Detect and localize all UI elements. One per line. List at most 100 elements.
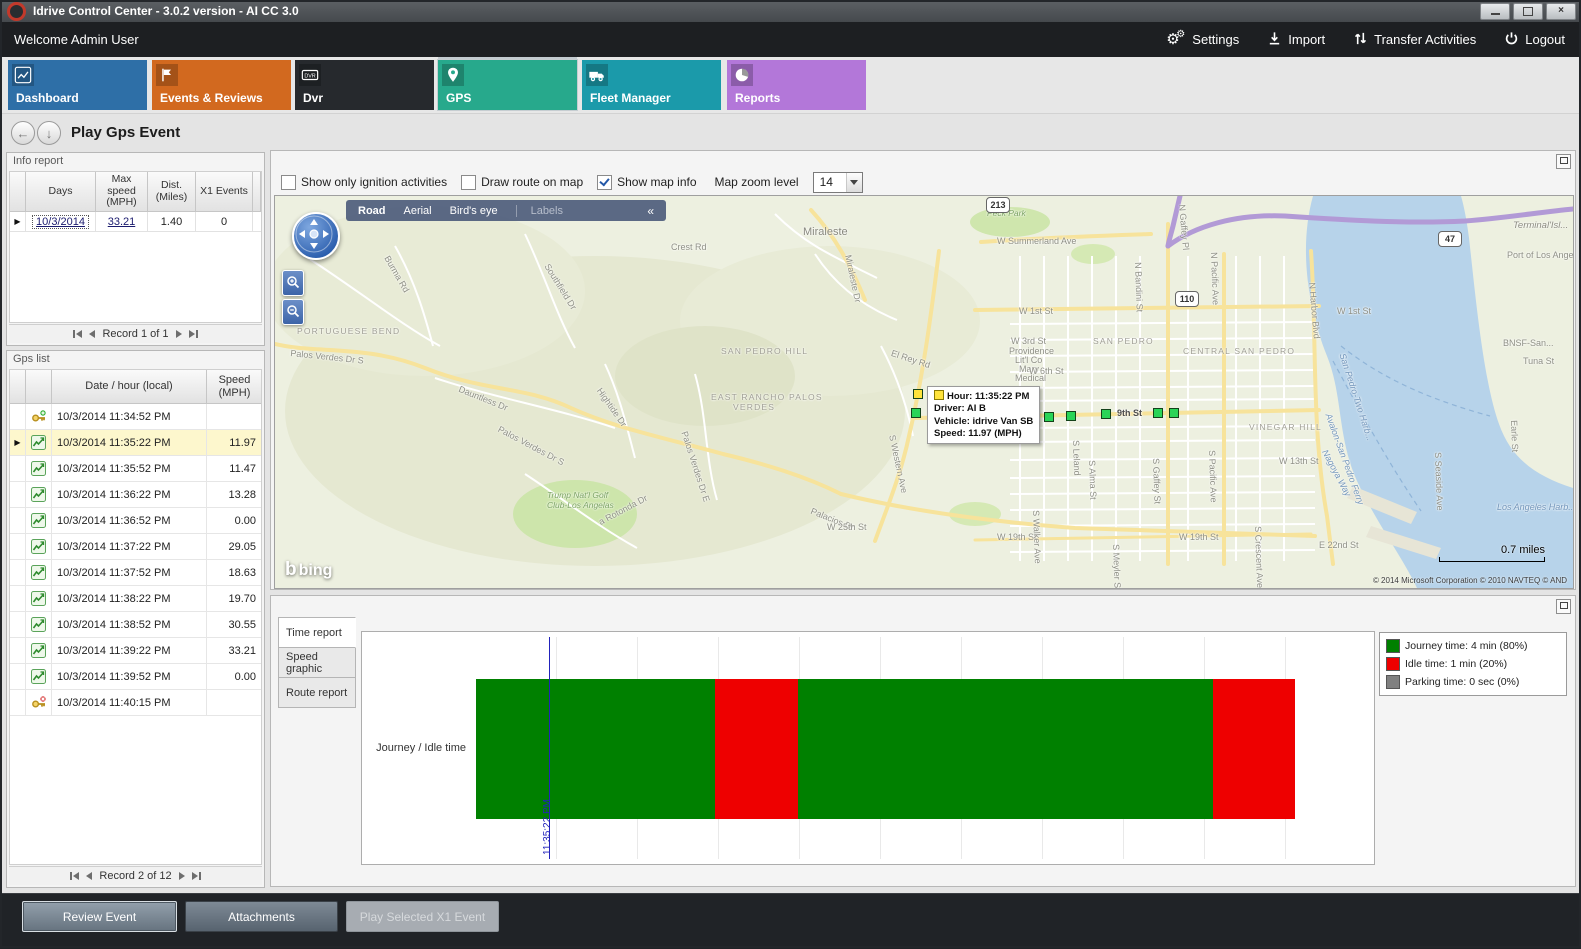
checkbox-show-map-info[interactable]: Show map info [597, 175, 696, 190]
gps-marker[interactable] [1169, 408, 1179, 418]
gps-speed-cell: 29.05 [207, 534, 262, 560]
checkbox-show-only-ignition[interactable]: Show only ignition activities [281, 175, 447, 190]
close-button[interactable]: × [1546, 3, 1576, 20]
gps-row[interactable]: 10/3/2014 11:37:52 PM18.63 [10, 560, 261, 586]
tab-fleet-manager[interactable]: Fleet Manager [582, 60, 721, 110]
gps-row[interactable]: 10/3/2014 11:34:52 PM [10, 404, 261, 430]
map-style-birdseye[interactable]: Bird's eye [450, 205, 498, 217]
collapse-all-button[interactable]: ↓ [37, 121, 61, 145]
gps-row[interactable]: 10/3/2014 11:39:52 PM0.00 [10, 664, 261, 690]
info-record-navigator: Record 1 of 1 [9, 324, 262, 343]
next-record-button[interactable] [179, 872, 185, 880]
report-tabs: Time report Speed graphic Route report [278, 618, 356, 708]
settings-button[interactable]: ⚙⚙ Settings [1166, 31, 1239, 49]
first-record-button[interactable] [69, 872, 79, 880]
info-report-table: Days Max speed (MPH) Dist. (Miles) X1 Ev… [9, 171, 262, 323]
gps-marker[interactable] [1153, 408, 1163, 418]
chart-row-label: Journey / Idle time [362, 632, 472, 864]
bing-logo[interactable]: b bing [285, 559, 332, 581]
last-record-button[interactable] [192, 872, 202, 880]
next-record-button[interactable] [176, 330, 182, 338]
first-record-button[interactable] [72, 330, 82, 338]
tab-speed-graphic[interactable]: Speed graphic [278, 647, 356, 678]
tab-reports[interactable]: Reports [727, 60, 866, 110]
map-style-road[interactable]: Road [358, 205, 386, 217]
selected-gps-marker[interactable] [913, 389, 923, 399]
footer-bar: Review Event Attachments Play Selected X… [0, 893, 1581, 949]
map-markers-layer [275, 196, 1573, 588]
gps-speed-cell [207, 690, 262, 716]
checkbox-draw-route[interactable]: Draw route on map [461, 175, 583, 190]
collapse-panel-button[interactable] [1556, 154, 1571, 169]
gps-list-panel: Gps list Date / hour (local) Speed (MPH)… [6, 350, 265, 888]
map-zoom-select[interactable]: 14 [813, 172, 863, 193]
review-event-button[interactable]: Review Event [22, 901, 177, 932]
gps-row[interactable]: 10/3/2014 11:36:22 PM13.28 [10, 482, 261, 508]
maximize-button[interactable] [1513, 3, 1543, 20]
column-header-speed[interactable]: Speed (MPH) [207, 370, 262, 404]
map-style-aerial[interactable]: Aerial [404, 205, 432, 217]
gps-marker[interactable] [911, 408, 921, 418]
map-style-labels[interactable]: Labels [516, 205, 563, 217]
import-button[interactable]: Import [1267, 31, 1325, 49]
row-indicator [10, 560, 26, 586]
gps-row[interactable]: 10/3/2014 11:37:22 PM29.05 [10, 534, 261, 560]
gps-row[interactable]: 10/3/2014 11:38:52 PM30.55 [10, 612, 261, 638]
tab-route-report[interactable]: Route report [278, 677, 356, 708]
gps-row[interactable]: 10/3/2014 11:35:52 PM11.47 [10, 456, 261, 482]
max-speed-link[interactable]: 33.21 [108, 216, 136, 228]
gps-marker[interactable] [1044, 412, 1054, 422]
column-header-dist[interactable]: Dist. (Miles) [148, 172, 196, 212]
back-button[interactable]: ← [11, 121, 35, 145]
day-link[interactable]: 10/3/2014 [33, 216, 88, 228]
gps-marker[interactable] [1066, 411, 1076, 421]
tab-time-report[interactable]: Time report [278, 617, 356, 648]
gps-row[interactable]: 10/3/2014 11:38:22 PM19.70 [10, 586, 261, 612]
column-header-date[interactable]: Date / hour (local) [52, 370, 207, 404]
module-nav: Dashboard Events & Reviews DVR Dvr GPS F… [0, 57, 1581, 114]
map-pan-compass[interactable] [292, 212, 340, 260]
gps-row[interactable]: 10/3/2014 11:40:15 PM [10, 690, 261, 716]
pie-chart-icon [731, 64, 753, 86]
tab-events-reviews[interactable]: Events & Reviews [152, 60, 291, 110]
column-header-days[interactable]: Days [26, 172, 96, 212]
logout-button[interactable]: Logout [1504, 31, 1565, 49]
tab-dashboard[interactable]: Dashboard [8, 60, 147, 110]
window-title: Idrive Control Center - 3.0.2 version - … [33, 4, 299, 18]
zoom-in-button[interactable] [282, 270, 304, 296]
import-icon [1267, 31, 1282, 49]
gps-speed-cell [207, 404, 262, 430]
gps-marker[interactable] [1101, 409, 1111, 419]
prev-record-button[interactable] [86, 872, 92, 880]
prev-record-button[interactable] [89, 330, 95, 338]
gps-row[interactable]: 10/3/2014 11:39:22 PM33.21 [10, 638, 261, 664]
gps-row[interactable]: ▶10/3/2014 11:35:22 PM11.97 [10, 430, 261, 456]
checkbox-box [597, 175, 612, 190]
gps-speed-cell: 18.63 [207, 560, 262, 586]
map-scale: 0.7 miles [1439, 544, 1545, 562]
collapse-panel-button[interactable] [1556, 599, 1571, 614]
svg-text:DVR: DVR [304, 74, 315, 80]
tab-gps[interactable]: GPS [438, 60, 577, 110]
line-chart-icon [12, 64, 34, 86]
minimize-button[interactable] [1480, 3, 1510, 20]
gps-point-icon [26, 638, 52, 664]
attachments-button[interactable]: Attachments [185, 901, 338, 932]
panel-title: Gps list [13, 353, 50, 365]
tab-dvr[interactable]: DVR Dvr [295, 60, 434, 110]
gps-row[interactable]: 10/3/2014 11:36:52 PM0.00 [10, 508, 261, 534]
play-selected-x1-event-button: Play Selected X1 Event [346, 901, 499, 932]
transfer-activities-button[interactable]: Transfer Activities [1353, 31, 1476, 49]
row-indicator [10, 404, 26, 430]
page-title: Play Gps Event [71, 124, 180, 141]
zoom-out-button[interactable] [282, 299, 304, 325]
column-header-max-speed[interactable]: Max speed (MPH) [96, 172, 148, 212]
ignition-on-icon [26, 404, 52, 430]
info-report-row[interactable]: ▶ 10/3/2014 33.21 1.40 0 [10, 212, 261, 232]
map-toolbar-collapse-button[interactable]: « [647, 204, 654, 218]
bing-map[interactable]: MiralestePeck ParkW Summerland AveCrest … [274, 195, 1574, 589]
column-header-x1-events[interactable]: X1 Events [196, 172, 253, 212]
gps-point-icon [26, 456, 52, 482]
top-menu-bar: Welcome Admin User ⚙⚙ Settings Import Tr… [0, 22, 1581, 57]
last-record-button[interactable] [189, 330, 199, 338]
